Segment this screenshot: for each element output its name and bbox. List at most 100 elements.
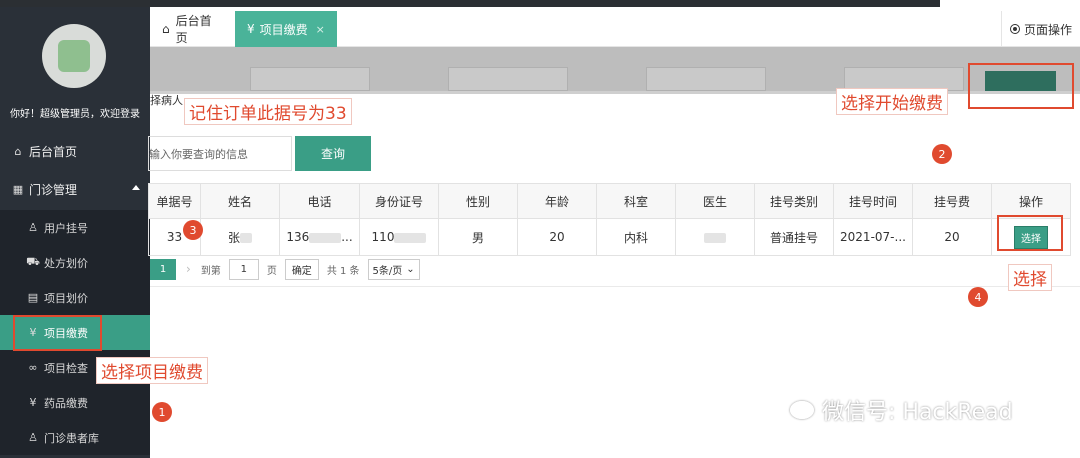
- blurred-text: [240, 233, 252, 243]
- sidebar-item-label: 药品缴费: [44, 396, 88, 410]
- main-content: ⌂ 后台首页 ¥ 项目缴费 × 页面操作 择病人 输入你要查询的信息 查询 单据…: [148, 7, 1080, 458]
- tab-home[interactable]: ⌂ 后台首页: [150, 11, 235, 47]
- cell-phone-suffix: ...: [341, 230, 353, 244]
- cell-name-text: 张: [227, 230, 240, 245]
- top-strip: [0, 0, 1080, 7]
- page-input[interactable]: 1: [228, 258, 259, 280]
- tab-label: 后台首页: [175, 14, 212, 45]
- search-input[interactable]: 输入你要查询的信息: [148, 136, 292, 171]
- sidebar-item-patient-db[interactable]: ♙ 门诊患者库: [0, 420, 150, 455]
- home-icon: ⌂: [14, 144, 22, 158]
- column-header: 挂号时间: [833, 183, 913, 219]
- annotation-box-sidebar: [13, 315, 102, 351]
- sidebar-item-clinic[interactable]: ▦ 门诊管理: [0, 173, 150, 205]
- page-number[interactable]: 1: [150, 258, 176, 280]
- blurred-text: [309, 232, 342, 243]
- document-icon: ▤: [27, 291, 39, 304]
- cell-dept: 内科: [596, 218, 676, 256]
- home-icon: ⌂: [162, 22, 170, 36]
- cell-fee: 20: [912, 218, 992, 256]
- cell-gender: 男: [438, 218, 518, 256]
- close-icon[interactable]: ×: [316, 23, 325, 36]
- person-icon: ♙: [28, 431, 38, 444]
- chevron-down-icon: ⌄: [406, 263, 415, 275]
- column-header: 年龄: [517, 183, 597, 219]
- annotation-number-1: 1: [152, 402, 172, 422]
- per-page-select[interactable]: 5条/页 ⌄: [367, 258, 420, 280]
- sidebar-item-label: 用户挂号: [44, 221, 88, 235]
- annotation-step2: 选择开始缴费: [836, 88, 948, 115]
- cell-phone-text: 136: [286, 230, 310, 244]
- annotation-box-select: [997, 215, 1063, 251]
- column-header: 挂号费: [912, 183, 992, 219]
- chevron-right-icon[interactable]: ›: [186, 262, 191, 276]
- watermark-text: 微信号: HackRead: [822, 400, 1013, 425]
- annotation-step4: 选择: [1008, 264, 1052, 291]
- sidebar-item-home[interactable]: ⌂ 后台首页: [0, 135, 150, 167]
- yen-icon: ¥: [247, 22, 255, 36]
- annotation-step3: 记住订单此据号为33: [184, 98, 352, 125]
- infinity-icon: ∞: [28, 361, 38, 374]
- search-button[interactable]: 查询: [295, 136, 371, 171]
- tab-bar: ⌂ 后台首页 ¥ 项目缴费 × 页面操作: [150, 7, 1080, 47]
- modal-overlay: [150, 47, 1080, 91]
- column-header: 性别: [438, 183, 518, 219]
- total-count: 共 1 条: [326, 265, 360, 277]
- cell-time: 2021-07-...: [833, 218, 913, 256]
- table-header-row: 单据号 姓名 电话 身份证号 性别 年龄 科室 医生 挂号类别 挂号时间 挂号费…: [148, 183, 1071, 219]
- annotation-box-start: [968, 63, 1074, 109]
- welcome-text: 你好！超级管理员，欢迎登录: [10, 109, 140, 120]
- column-header: 操作: [991, 183, 1071, 219]
- annotation-number-4: 4: [968, 287, 988, 307]
- cart-icon: ⛟: [26, 255, 40, 268]
- patient-table: 单据号 姓名 电话 身份证号 性别 年龄 科室 医生 挂号类别 挂号时间 挂号费…: [148, 183, 1071, 256]
- yen-icon: ¥: [29, 396, 37, 409]
- sidebar-item-label: 门诊管理: [29, 182, 78, 197]
- caret-up-icon: [132, 185, 140, 190]
- annotation-number-2: 2: [932, 144, 952, 164]
- gender-field[interactable]: [646, 67, 766, 91]
- wechat-icon: [790, 401, 814, 419]
- cell-idcard: 110: [359, 218, 439, 256]
- page-operations-button[interactable]: 页面操作: [1000, 11, 1072, 47]
- cell-name: 张: [200, 218, 280, 256]
- target-icon: [1009, 24, 1020, 34]
- sidebar-item-label: 项目划价: [44, 291, 88, 305]
- per-page-value: 5条/页: [372, 265, 403, 277]
- column-header: 姓名: [200, 183, 280, 219]
- sidebar-item-label: 后台首页: [29, 144, 78, 159]
- page-ops-label: 页面操作: [1023, 22, 1072, 37]
- sidebar-item-label: 门诊患者库: [44, 431, 99, 445]
- cell-doctor: [675, 218, 755, 256]
- name-field[interactable]: [250, 67, 370, 91]
- tab-project-payment[interactable]: ¥ 项目缴费 ×: [235, 11, 337, 47]
- cell-type: 普通挂号: [754, 218, 834, 256]
- column-header: 挂号类别: [754, 183, 834, 219]
- sidebar-item-project-price[interactable]: ▤ 项目划价: [0, 280, 150, 315]
- pagination: 1 › 到第 1 页 确定 共 1 条 5条/页 ⌄: [150, 258, 420, 280]
- column-header: 单据号: [148, 183, 201, 219]
- sidebar-item-label: 项目检查: [44, 361, 88, 375]
- annotation-step1: 选择项目缴费: [96, 357, 208, 384]
- sidebar: 你好！超级管理员，欢迎登录 ⌂ 后台首页 ▦ 门诊管理 ♙ 用户挂号 ⛟ 处方划…: [0, 7, 150, 458]
- grid-icon: ▦: [12, 182, 24, 196]
- cell-age: 20: [517, 218, 597, 256]
- page-unit: 页: [266, 265, 277, 277]
- watermark: 微信号: HackRead: [790, 394, 1013, 426]
- sidebar-item-prescription[interactable]: ⛟ 处方划价: [0, 245, 150, 280]
- avatar[interactable]: [42, 24, 106, 88]
- user-icon: ♙: [28, 221, 38, 234]
- column-header: 科室: [596, 183, 676, 219]
- sidebar-item-drug-payment[interactable]: ¥ 药品缴费: [0, 385, 150, 420]
- blurred-text: [394, 232, 427, 243]
- table-row[interactable]: 33 张 136... 110 男 20 内科 普通挂号 2021-07-...…: [148, 218, 1071, 256]
- column-header: 身份证号: [359, 183, 439, 219]
- tab-label: 项目缴费: [259, 22, 308, 37]
- select-patient-label: 择病人: [150, 94, 183, 107]
- goto-label: 到第: [200, 265, 221, 277]
- idcard-field[interactable]: [448, 67, 568, 91]
- annotation-number-3: 3: [183, 220, 203, 240]
- sidebar-item-register[interactable]: ♙ 用户挂号: [0, 210, 150, 245]
- sidebar-item-label: 处方划价: [44, 256, 88, 270]
- confirm-button[interactable]: 确定: [284, 258, 319, 280]
